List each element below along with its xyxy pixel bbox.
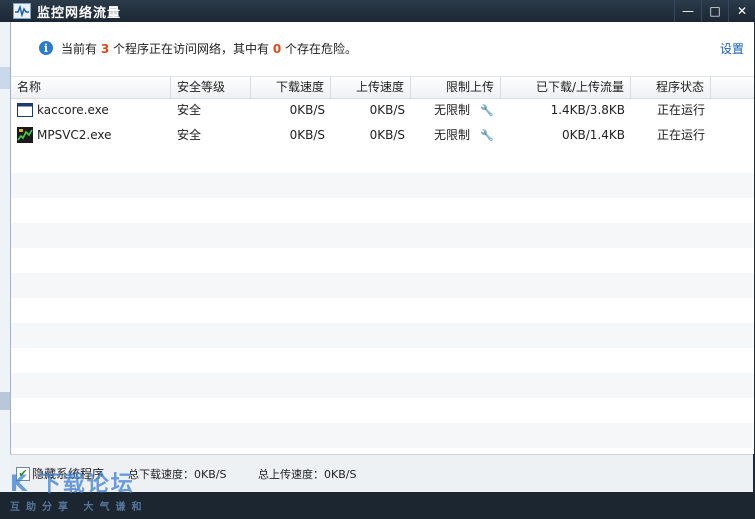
- traffic-total: 0KB/1.4KB: [562, 128, 625, 142]
- empty-row: [11, 323, 754, 348]
- download-speed: 0KB/S: [289, 103, 325, 117]
- watermark-sub: 互助分享 大气谦和: [10, 502, 148, 513]
- table-header: 名称 安全等级 下载速度 上传速度 限制上传 已下载/上传流量 程序状态: [11, 76, 754, 99]
- process-status: 正在运行: [656, 103, 705, 117]
- info-prefix: 当前有: [61, 41, 101, 56]
- column-header-name[interactable]: 名称: [11, 77, 171, 98]
- upload-limit-value: 无限制: [434, 128, 471, 142]
- process-table: kaccore.exe 安全 0KB/S 0KB/S 无限制 🔧 1.4KB/3.…: [11, 98, 754, 454]
- window-controls: — □ ✕: [674, 0, 755, 22]
- info-suffix: 个存在危险。: [281, 41, 358, 56]
- table-row[interactable]: MPSVC2.exe 安全 0KB/S 0KB/S 无限制 🔧 0KB/1.4KB…: [11, 123, 754, 148]
- column-header-status[interactable]: 程序状态: [631, 77, 711, 98]
- security-level: 安全: [177, 128, 202, 142]
- info-middle: 个程序正在访问网络，其中有: [109, 41, 273, 56]
- danger-count: 0: [272, 41, 282, 56]
- column-header-traffic[interactable]: 已下载/上传流量: [501, 77, 631, 98]
- upload-limit: 无限制 🔧: [428, 123, 508, 148]
- upload-limit-value: 无限制: [434, 103, 471, 117]
- empty-row: [11, 423, 754, 448]
- process-status: 正在运行: [656, 128, 705, 142]
- empty-row: [11, 273, 754, 298]
- info-icon: i: [39, 41, 53, 55]
- watermark-main: K 下载论坛: [10, 472, 135, 497]
- wrench-icon[interactable]: 🔧: [480, 98, 494, 123]
- total-upload-speed: 总上传速度：0KB/S: [258, 468, 357, 481]
- security-level: 安全: [177, 103, 202, 117]
- main-panel: i 当前有 3 个程序正在访问网络，其中有 0 个存在危险。 设置 名称 安全等…: [10, 22, 754, 454]
- column-header-upload[interactable]: 上传速度: [331, 77, 411, 98]
- empty-row: [11, 173, 754, 198]
- traffic-total: 1.4KB/3.8KB: [550, 103, 625, 117]
- upload-speed: 0KB/S: [369, 128, 405, 142]
- network-monitor-icon: [13, 3, 31, 19]
- upload-speed: 0KB/S: [369, 103, 405, 117]
- process-name: kaccore.exe: [37, 103, 109, 117]
- settings-link[interactable]: 设置: [720, 40, 744, 57]
- background-stripe: [0, 67, 10, 89]
- maximize-button[interactable]: □: [701, 0, 728, 22]
- process-name: MPSVC2.exe: [37, 128, 112, 142]
- info-bar: i 当前有 3 个程序正在访问网络，其中有 0 个存在危险。 设置: [11, 22, 754, 74]
- empty-row: [11, 373, 754, 398]
- background-stripe: [0, 392, 10, 410]
- column-header-limit[interactable]: 限制上传: [411, 77, 501, 98]
- empty-row: [11, 223, 754, 248]
- download-speed: 0KB/S: [289, 128, 325, 142]
- wrench-icon[interactable]: 🔧: [480, 123, 494, 148]
- table-row[interactable]: kaccore.exe 安全 0KB/S 0KB/S 无限制 🔧 1.4KB/3.…: [11, 98, 754, 123]
- running-count: 3: [100, 41, 110, 56]
- column-header-security[interactable]: 安全等级: [171, 77, 251, 98]
- close-button[interactable]: ✕: [728, 0, 755, 22]
- minimize-button[interactable]: —: [674, 0, 701, 22]
- window-title: 监控网络流量: [37, 5, 122, 21]
- title-bar: 监控网络流量 — □ ✕: [0, 0, 755, 22]
- background-window-edge: [0, 22, 10, 492]
- upload-limit: 无限制 🔧: [428, 98, 508, 123]
- watermark-logo: K 下载论坛 互助分享 大气谦和: [10, 466, 170, 514]
- column-header-download[interactable]: 下载速度: [251, 77, 331, 98]
- info-message: 当前有 3 个程序正在访问网络，其中有 0 个存在危险。: [61, 40, 357, 57]
